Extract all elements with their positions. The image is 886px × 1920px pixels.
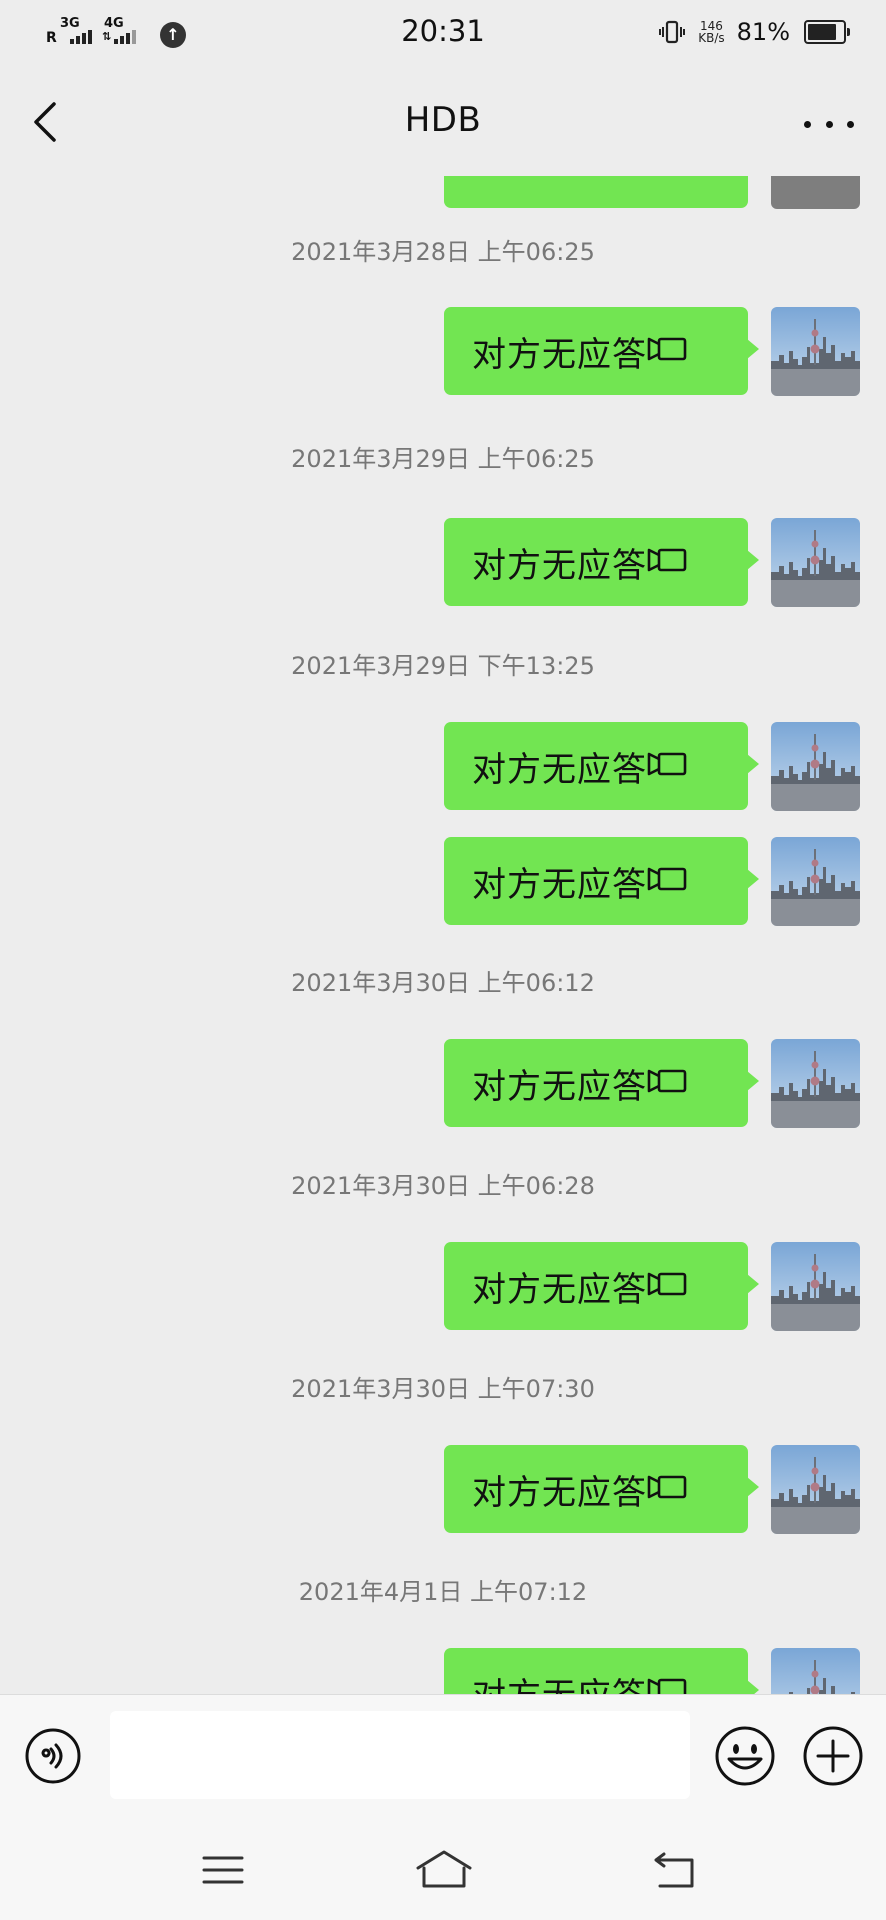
avatar-image bbox=[771, 1039, 860, 1128]
speed-unit: KB/s bbox=[698, 31, 725, 45]
message-timestamp: 2021年3月28日 上午06:25 bbox=[291, 238, 595, 266]
avatar[interactable] bbox=[771, 518, 860, 607]
status-right: 146 KB/s 81% bbox=[658, 18, 850, 46]
message-timestamp: 2021年3月30日 上午06:28 bbox=[291, 1172, 595, 1200]
home-icon[interactable] bbox=[414, 1846, 474, 1894]
battery-percent: 81% bbox=[736, 18, 790, 46]
chat-header: HDB bbox=[0, 70, 886, 176]
video-call-icon bbox=[647, 1677, 687, 1694]
message-timestamp: 2021年3月30日 上午06:12 bbox=[291, 969, 595, 997]
message-text: 对方无应答 bbox=[472, 1668, 647, 1695]
avatar[interactable] bbox=[771, 1445, 860, 1534]
avatar[interactable] bbox=[771, 1648, 860, 1694]
message-text: 对方无应答 bbox=[472, 1066, 647, 1107]
avatar[interactable] bbox=[771, 1039, 860, 1128]
message-text: 对方无应答 bbox=[472, 334, 647, 375]
more-dots-icon bbox=[804, 120, 811, 128]
voice-button[interactable] bbox=[24, 1727, 82, 1785]
avatar-image bbox=[771, 518, 860, 607]
message-list[interactable]: 2021年3月28日 上午06:25 对方无应答 2021年3月29日 上午06… bbox=[0, 176, 886, 1694]
video-call-icon bbox=[647, 1069, 687, 1093]
message-bubble[interactable]: 对方无应答 bbox=[444, 1039, 759, 1127]
video-call-icon bbox=[647, 751, 687, 781]
message-timestamp: 2021年3月29日 上午06:25 bbox=[291, 445, 595, 473]
video-call-icon bbox=[647, 1678, 687, 1694]
message-bubble[interactable] bbox=[444, 176, 748, 208]
input-bar bbox=[0, 1694, 886, 1821]
message-row: 对方无应答 bbox=[0, 837, 886, 926]
emoji-icon bbox=[727, 1744, 763, 1770]
avatar[interactable] bbox=[771, 722, 860, 811]
video-call-icon bbox=[647, 547, 687, 577]
message-bubble[interactable]: 对方无应答 bbox=[444, 307, 759, 395]
avatar-image bbox=[771, 837, 860, 926]
status-bar: 3G R 4G ⇅ ↑ 20:31 146 KB/s 81% bbox=[0, 0, 886, 70]
video-call-icon bbox=[647, 337, 687, 361]
system-nav-bar bbox=[0, 1820, 886, 1920]
message-row: 对方无应答 bbox=[0, 1039, 886, 1128]
avatar-image bbox=[771, 722, 860, 811]
avatar-image bbox=[771, 1648, 860, 1694]
video-call-icon bbox=[647, 752, 687, 776]
message-text: 对方无应答 bbox=[472, 1472, 647, 1513]
message-bubble[interactable]: 对方无应答 bbox=[444, 1445, 759, 1533]
video-call-icon bbox=[647, 867, 687, 891]
video-call-icon bbox=[647, 548, 687, 572]
avatar-image bbox=[771, 1445, 860, 1534]
message-bubble[interactable]: 对方无应答 bbox=[444, 518, 759, 606]
video-call-icon bbox=[647, 1475, 687, 1499]
message-text: 对方无应答 bbox=[472, 545, 647, 586]
message-row: 对方无应答 bbox=[0, 1242, 886, 1331]
network-speed: 146 KB/s bbox=[698, 20, 724, 44]
emoji-button[interactable] bbox=[714, 1725, 776, 1787]
message-row: 对方无应答 bbox=[0, 1648, 886, 1694]
menu-icon[interactable] bbox=[198, 1846, 248, 1894]
message-row: 对方无应答 bbox=[0, 1445, 886, 1534]
plus-icon bbox=[816, 1739, 850, 1773]
message-row: 对方无应答 bbox=[0, 307, 886, 396]
message-bubble[interactable]: 对方无应答 bbox=[444, 1242, 759, 1330]
voice-icon bbox=[41, 1743, 63, 1769]
vibrate-icon bbox=[659, 20, 686, 44]
avatar[interactable] bbox=[771, 1242, 860, 1331]
message-input[interactable] bbox=[110, 1711, 690, 1799]
battery-icon bbox=[804, 20, 850, 44]
message-timestamp: 2021年3月29日 下午13:25 bbox=[291, 652, 595, 680]
message-row: 对方无应答 bbox=[0, 518, 886, 607]
avatar[interactable] bbox=[771, 837, 860, 926]
message-bubble[interactable]: 对方无应答 bbox=[444, 722, 759, 810]
video-call-icon bbox=[647, 336, 687, 366]
more-button[interactable] bbox=[804, 106, 854, 142]
message-row: 对方无应答 bbox=[0, 722, 886, 811]
message-text: 对方无应答 bbox=[472, 864, 647, 905]
avatar[interactable] bbox=[771, 176, 860, 209]
video-call-icon bbox=[647, 1272, 687, 1296]
video-call-icon bbox=[647, 1068, 687, 1098]
message-text: 对方无应答 bbox=[472, 1269, 647, 1310]
battery-fill bbox=[808, 24, 836, 40]
page-title: HDB bbox=[404, 100, 482, 140]
video-call-icon bbox=[647, 866, 687, 896]
message-timestamp: 2021年3月30日 上午07:30 bbox=[291, 1375, 595, 1403]
more-dot bbox=[825, 120, 833, 128]
video-call-icon bbox=[647, 1474, 687, 1504]
message-bubble[interactable]: 对方无应答 bbox=[444, 1648, 759, 1695]
video-call-icon bbox=[647, 1271, 687, 1301]
plus-button[interactable] bbox=[802, 1725, 864, 1787]
avatar-image bbox=[771, 1242, 860, 1331]
message-row-partial bbox=[0, 176, 886, 209]
back-icon[interactable] bbox=[650, 1846, 700, 1894]
message-bubble[interactable]: 对方无应答 bbox=[444, 837, 759, 925]
avatar-image bbox=[771, 307, 860, 396]
more-dot bbox=[847, 120, 854, 128]
avatar[interactable] bbox=[771, 307, 860, 396]
message-text: 对方无应答 bbox=[472, 749, 647, 790]
message-timestamp: 2021年4月1日 上午07:12 bbox=[298, 1578, 588, 1606]
